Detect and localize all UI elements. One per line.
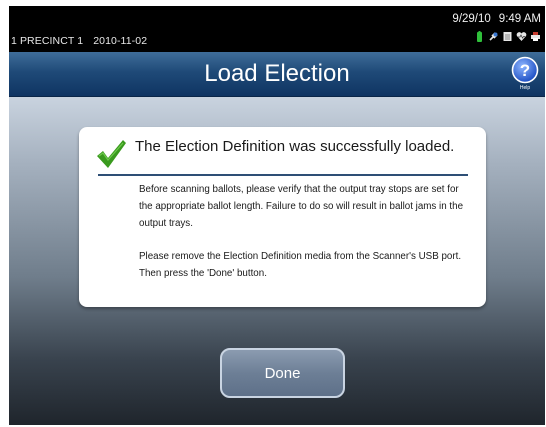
date-time: 9/29/10 9:49 AM	[444, 13, 541, 25]
dialog-title: The Election Definition was successfully…	[135, 138, 455, 155]
precinct-info: 1 PRECINCT 1 2010-11-02	[11, 35, 157, 47]
current-date: 9/29/10	[452, 13, 491, 25]
current-time: 9:49 AM	[498, 13, 541, 25]
battery-icon	[477, 31, 482, 42]
main-area: The Election Definition was successfully…	[9, 97, 545, 425]
help-label: Help	[519, 85, 531, 91]
printer-icon	[531, 32, 540, 41]
help-icon: ?	[511, 56, 539, 84]
dialog-message-verify: Before scanning ballots, please verify t…	[139, 184, 464, 229]
status-bar: 1 PRECINCT 1 2010-11-02 9/29/10 9:49 AM	[9, 6, 545, 52]
heart-icon	[516, 32, 527, 41]
dialog-message-remove: Please remove the Election Definition me…	[139, 251, 462, 279]
message-dialog: The Election Definition was successfully…	[79, 127, 486, 307]
page-title: Load Election	[204, 60, 350, 87]
svg-text:?: ?	[520, 61, 530, 80]
election-date: 2010-11-02	[93, 35, 148, 47]
checkmark-icon	[97, 140, 126, 168]
help-button[interactable]: ? Help	[511, 56, 539, 94]
plug-icon	[489, 32, 498, 41]
title-bar: Load Election ? Help	[9, 52, 545, 97]
done-button[interactable]: Done	[220, 348, 345, 398]
scanner-screen: 1 PRECINCT 1 2010-11-02 9/29/10 9:49 AM	[9, 6, 545, 425]
divider	[98, 174, 468, 176]
document-icon	[503, 32, 512, 41]
precinct-name: 1 PRECINCT 1	[11, 35, 84, 47]
status-icons	[474, 31, 541, 42]
